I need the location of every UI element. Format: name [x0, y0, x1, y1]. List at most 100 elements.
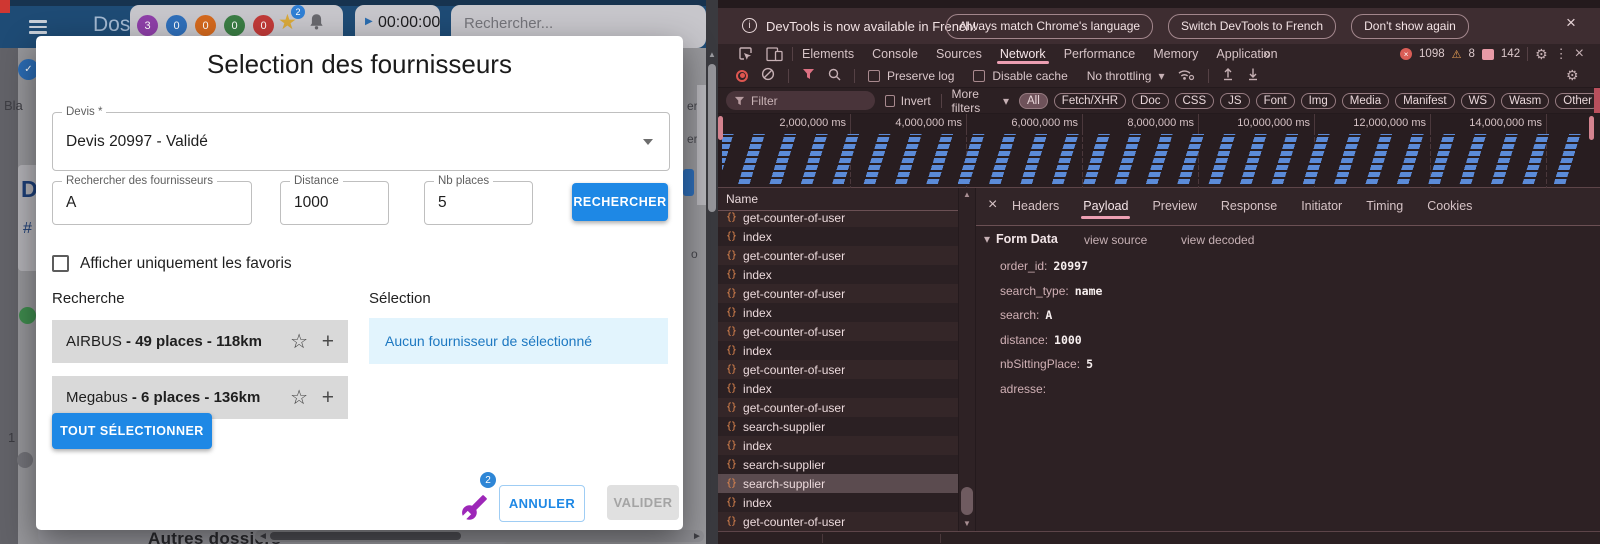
inspect-element-icon[interactable] [738, 47, 753, 65]
request-tab-cookies[interactable]: Cookies [1427, 199, 1472, 213]
add-supplier-icon[interactable]: + [322, 386, 334, 410]
cancel-button[interactable]: ANNULER [499, 485, 585, 522]
tab-console[interactable]: Console [872, 47, 918, 61]
invert-label[interactable]: Invert [901, 94, 931, 108]
timeline-right-handle[interactable] [1589, 116, 1594, 140]
preserve-log-checkbox[interactable] [868, 70, 880, 82]
tab-memory[interactable]: Memory [1153, 47, 1198, 61]
network-request-row[interactable]: {}get-counter-of-user [718, 284, 958, 303]
search-button[interactable]: RECHERCHER [572, 183, 668, 221]
request-tab-response[interactable]: Response [1221, 199, 1277, 213]
network-request-row[interactable]: {}search-supplier [718, 474, 958, 493]
filter-chip-media[interactable]: Media [1342, 93, 1389, 109]
filter-chip-js[interactable]: JS [1220, 93, 1249, 109]
confirm-button[interactable]: VALIDER [607, 485, 679, 520]
network-request-row[interactable]: {}get-counter-of-user [718, 360, 958, 379]
network-overview-timeline[interactable]: 2,000,000 ms4,000,000 ms6,000,000 ms8,00… [718, 114, 1600, 188]
counter-badge[interactable]: 0 [253, 15, 274, 36]
filter-chip-ws[interactable]: WS [1461, 93, 1496, 109]
network-settings-gear-icon[interactable]: ⚙ [1566, 67, 1579, 84]
counter-badge[interactable]: 3 [137, 15, 158, 36]
vertical-scroll-thumb[interactable] [708, 64, 716, 212]
filter-chip-css[interactable]: CSS [1175, 93, 1215, 109]
search-icon[interactable] [828, 68, 841, 84]
scroll-left-icon[interactable]: ◄ [258, 531, 268, 542]
device-toolbar-icon[interactable] [766, 47, 783, 65]
view-source-link[interactable]: view source [1084, 233, 1147, 247]
request-scroll-thumb[interactable] [961, 487, 973, 515]
request-list-scrollbar[interactable]: ▲ ▼ [958, 188, 975, 531]
form-data-caret-icon[interactable]: ▾ [984, 232, 990, 246]
export-har-icon[interactable] [1222, 67, 1234, 84]
favorites-checkbox-label[interactable]: Afficher uniquement les favoris [80, 255, 292, 273]
filter-input[interactable]: Filter [726, 91, 875, 110]
text-field-1[interactable]: Rechercher des fournisseursA [52, 181, 252, 225]
menu-icon[interactable] [29, 20, 47, 34]
disable-cache-label[interactable]: Disable cache [992, 69, 1067, 83]
request-list-header[interactable]: Name [718, 188, 958, 211]
clear-icon[interactable] [761, 67, 775, 84]
tab-performance[interactable]: Performance [1064, 47, 1136, 61]
filter-chip-img[interactable]: Img [1301, 93, 1336, 109]
counter-badge[interactable]: 0 [224, 15, 245, 36]
infobar-action-button[interactable]: Always match Chrome's language [946, 14, 1153, 39]
scroll-up-icon[interactable]: ▲ [963, 190, 971, 199]
filter-funnel-icon[interactable] [802, 68, 815, 83]
request-tab-preview[interactable]: Preview [1152, 199, 1196, 213]
timer-play-icon[interactable]: ▶ [365, 16, 373, 27]
kebab-menu-icon[interactable]: ⋮ [1555, 46, 1568, 62]
requests-waterfall-overview[interactable] [722, 134, 1582, 186]
warning-icon[interactable]: ⚠ [1452, 48, 1462, 61]
request-tab-headers[interactable]: Headers [1012, 199, 1059, 213]
add-supplier-icon[interactable]: + [322, 330, 334, 354]
page-vertical-scrollbar[interactable]: ▲ [706, 0, 718, 544]
network-request-row[interactable]: {}get-counter-of-user [718, 398, 958, 417]
request-tab-initiator[interactable]: Initiator [1301, 199, 1342, 213]
select-all-button[interactable]: TOUT SÉLECTIONNER [52, 413, 212, 449]
warning-count[interactable]: 8 [1469, 48, 1475, 60]
request-tab-timing[interactable]: Timing [1366, 199, 1403, 213]
favorite-star-icon[interactable]: ☆ [290, 329, 308, 354]
issues-count[interactable]: 142 [1501, 48, 1520, 60]
network-request-row[interactable]: {}search-supplier [718, 455, 958, 474]
network-request-row[interactable]: {}search-supplier [718, 417, 958, 436]
scroll-up-icon[interactable]: ▲ [708, 50, 716, 59]
form-data-heading[interactable]: Form Data [996, 232, 1058, 246]
network-request-row[interactable]: {}index [718, 227, 958, 246]
counter-badge[interactable]: 0 [166, 15, 187, 36]
network-request-row[interactable]: {}get-counter-of-user [718, 512, 958, 531]
devis-select[interactable]: Devis * Devis 20997 - Validé [52, 112, 670, 171]
network-conditions-icon[interactable] [1177, 68, 1195, 84]
filter-chip-manifest[interactable]: Manifest [1395, 93, 1454, 109]
favorites-checkbox[interactable] [52, 255, 69, 272]
network-request-row[interactable]: {}index [718, 303, 958, 322]
preserve-log-label[interactable]: Preserve log [887, 69, 954, 83]
name-column-header[interactable]: Name [726, 192, 758, 206]
tab-elements[interactable]: Elements [802, 47, 854, 61]
filter-chip-fetchxhr[interactable]: Fetch/XHR [1054, 93, 1126, 109]
error-icon[interactable]: × [1400, 48, 1412, 60]
network-request-row[interactable]: {}get-counter-of-user [718, 246, 958, 265]
disable-cache-checkbox[interactable] [973, 70, 985, 82]
more-filters-button[interactable]: More filters [952, 87, 999, 115]
error-count[interactable]: 1098 [1419, 48, 1445, 60]
throttling-select[interactable]: No throttling [1087, 69, 1152, 83]
view-decoded-link[interactable]: view decoded [1181, 233, 1254, 247]
settings-gear-icon[interactable]: ⚙ [1535, 46, 1548, 63]
infobar-action-button[interactable]: Don't show again [1351, 14, 1469, 39]
counter-badge[interactable]: 0 [195, 15, 216, 36]
devtools-close-icon[interactable]: × [1575, 45, 1584, 63]
text-field-3[interactable]: Nb places5 [424, 181, 533, 225]
timeline-left-handle[interactable] [718, 116, 723, 140]
network-request-row[interactable]: {}index [718, 379, 958, 398]
filter-chip-wasm[interactable]: Wasm [1501, 93, 1549, 109]
filter-chip-doc[interactable]: Doc [1132, 93, 1168, 109]
favorite-star-icon[interactable]: ☆ [290, 385, 308, 410]
network-request-row[interactable]: {}index [718, 265, 958, 284]
network-request-row[interactable]: {}get-counter-of-user [718, 322, 958, 341]
scroll-down-icon[interactable]: ▼ [963, 519, 971, 528]
import-har-icon[interactable] [1247, 67, 1259, 84]
network-request-row[interactable]: {}index [718, 436, 958, 455]
text-field-2[interactable]: Distance1000 [280, 181, 389, 225]
network-request-row[interactable]: {}index [718, 493, 958, 512]
